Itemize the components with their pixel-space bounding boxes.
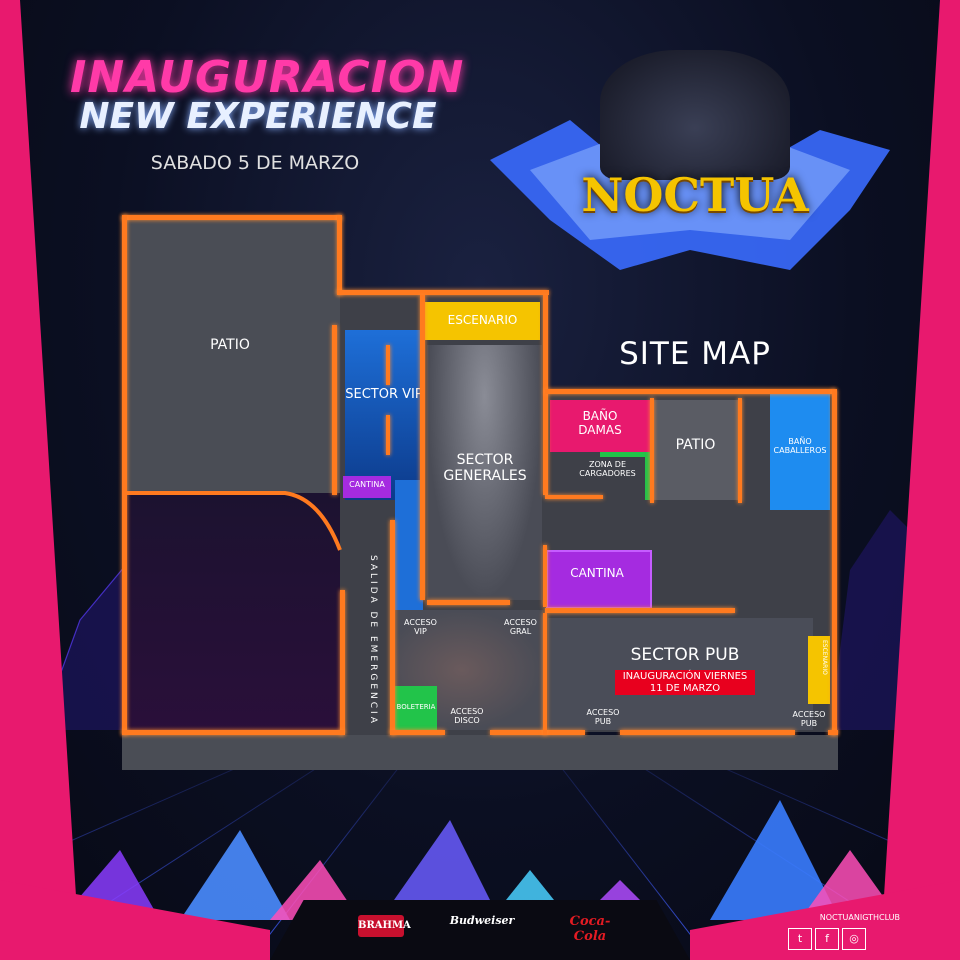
twitter-icon[interactable]: t	[788, 928, 812, 950]
bano-caballeros-label: BAÑO CABALLEROS	[773, 437, 827, 456]
cantina-main-label: CANTINA	[570, 566, 624, 580]
wall	[337, 290, 549, 295]
instagram-icon[interactable]: ◎	[842, 928, 866, 950]
acceso-pub2-label: ACCESO PUB	[792, 710, 826, 729]
site-map-title: SITE MAP	[619, 336, 771, 372]
inauguracion-note: INAUGURACIÓN VIERNES 11 DE MARZO	[615, 670, 755, 695]
wall	[332, 325, 337, 495]
curved-wall	[125, 491, 342, 551]
wall	[620, 730, 795, 735]
wall	[738, 398, 742, 503]
cantina-small-label: CANTINA	[349, 480, 385, 489]
wall	[386, 345, 390, 385]
wall	[545, 495, 603, 499]
acceso-disco-label: ACCESO DISCO	[450, 707, 484, 726]
wall	[122, 730, 344, 735]
patio-left-room	[125, 218, 340, 493]
sponsor-brahma-logo: BRAHMA	[358, 915, 411, 937]
patio-left-label: PATIO	[210, 337, 250, 353]
boleteria-label: BOLETERIA	[396, 703, 436, 711]
wall	[543, 613, 547, 735]
escenario-pub-label: ESCENARIO	[821, 640, 828, 675]
wall	[650, 398, 654, 503]
wall	[543, 295, 548, 495]
wall	[337, 215, 342, 295]
salida-emergencia-label: SALIDA DE EMERGENCIA	[368, 555, 378, 726]
wall	[545, 389, 835, 394]
bano-damas-label: BAÑO DAMAS	[578, 409, 622, 437]
wall	[427, 600, 510, 605]
wall	[390, 730, 445, 735]
event-date: SABADO 5 DE MARZO	[150, 152, 360, 174]
acceso-vip-label: ACCESO VIP	[404, 618, 437, 637]
wall	[122, 215, 127, 735]
wall	[543, 545, 547, 607]
sponsor-budweiser-logo: Budweiser	[449, 914, 515, 927]
title-line2: NEW EXPERIENCE	[79, 96, 437, 137]
wall	[386, 415, 390, 455]
sector-vip-label: SECTOR VIP	[345, 387, 423, 402]
facebook-icon[interactable]: f	[815, 928, 839, 950]
wall	[832, 389, 837, 735]
floor-base	[122, 735, 838, 770]
sector-pub-label: SECTOR PUB	[630, 645, 740, 665]
vip-corridor	[395, 480, 423, 610]
noctua-logo: NOCTUA	[581, 168, 809, 222]
wall	[420, 295, 425, 600]
wall	[390, 520, 395, 735]
wall	[122, 215, 342, 220]
sector-generales-label: SECTOR GENERALES	[443, 452, 527, 485]
zona-cargadores-label: ZONA DE CARGADORES	[579, 460, 636, 479]
sponsor-bar	[270, 900, 690, 960]
wall	[340, 590, 345, 735]
dj-photos	[600, 50, 790, 180]
wall	[545, 608, 735, 613]
wall	[490, 730, 585, 735]
social-handle: NOCTUANIGTHCLUB	[819, 913, 900, 922]
acceso-gral-label: ACCESO GRAL	[504, 618, 537, 637]
sector-vip-room	[345, 330, 423, 500]
escenario-label: ESCENARIO	[447, 313, 518, 327]
acceso-pub1-label: ACCESO PUB	[586, 708, 620, 727]
wall	[828, 730, 838, 735]
cargadores-marker	[600, 452, 648, 457]
sponsor-cocacola-logo: Coca-Cola	[569, 914, 611, 944]
patio-right-label: PATIO	[675, 437, 716, 453]
